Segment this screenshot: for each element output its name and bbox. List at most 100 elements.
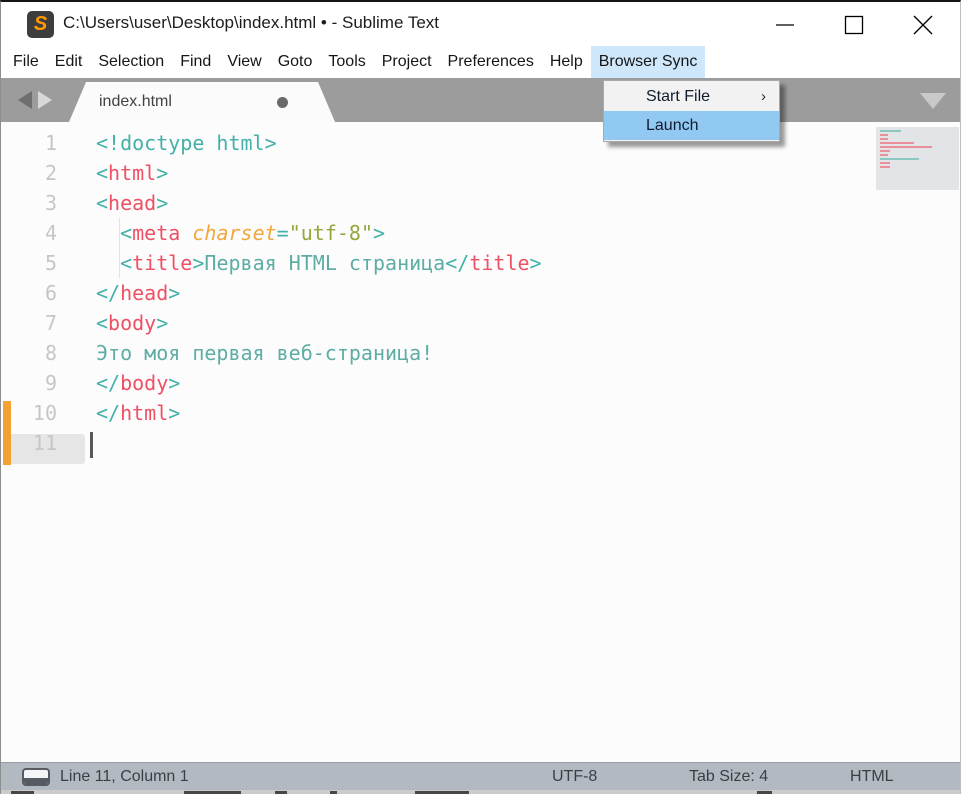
line-number: 8	[1, 338, 57, 368]
status-syntax[interactable]: HTML	[850, 763, 894, 790]
status-encoding[interactable]: UTF-8	[552, 763, 597, 790]
code-token: html	[108, 161, 156, 185]
code-line-1[interactable]: <!doctype html>	[96, 128, 542, 158]
code-token: <!doctype html>	[96, 131, 277, 155]
menu-item-edit[interactable]: Edit	[47, 46, 91, 78]
code-token: <	[96, 191, 108, 215]
code-token: </	[96, 371, 120, 395]
menu-item-selection[interactable]: Selection	[90, 46, 172, 78]
code-token: meta	[132, 221, 180, 245]
line-number: 5	[1, 248, 57, 278]
minimap-line	[880, 154, 888, 156]
code-token	[96, 251, 120, 275]
line-number: 10	[1, 398, 57, 428]
minimap-line	[880, 146, 932, 148]
line-number-gutter: 1234567891011	[1, 128, 57, 458]
status-position: Line 11, Column 1	[60, 763, 189, 790]
minimap-line	[880, 162, 890, 164]
minimize-button[interactable]	[774, 14, 796, 36]
code-token: <	[96, 311, 108, 335]
line-number: 11	[1, 428, 57, 458]
maximize-button[interactable]	[843, 14, 865, 36]
code-token: Это моя первая веб-страница!	[96, 341, 433, 365]
line-number: 9	[1, 368, 57, 398]
code-token: </	[96, 401, 120, 425]
tab-index-html[interactable]: index.html	[69, 82, 335, 122]
line-number: 1	[1, 128, 57, 158]
code-token: Первая HTML страница	[204, 251, 445, 275]
code-token: >	[373, 221, 385, 245]
line-number: 3	[1, 188, 57, 218]
code-line-8[interactable]: Это моя первая веб-страница!	[96, 338, 542, 368]
code-token: >	[168, 401, 180, 425]
dropdown-item-start-file[interactable]: Start File›	[604, 82, 779, 111]
code-token: >	[530, 251, 542, 275]
sublime-text-window: S C:\Users\user\Desktop\index.html • - S…	[0, 0, 961, 794]
editor[interactable]: 1234567891011 <!doctype html><html><head…	[1, 122, 960, 762]
tab-label: index.html	[99, 82, 172, 122]
code-line-9[interactable]: </body>	[96, 368, 542, 398]
code-line-3[interactable]: <head>	[96, 188, 542, 218]
menu-item-preferences[interactable]: Preferences	[440, 46, 542, 78]
minimap-line	[880, 130, 901, 132]
code-token: head	[108, 191, 156, 215]
minimap-line	[880, 142, 914, 144]
tab-scroll-left-icon[interactable]	[18, 91, 32, 109]
code-token: =	[277, 221, 289, 245]
minimap-line	[880, 166, 890, 168]
code-token: >	[168, 281, 180, 305]
code-token: charset	[192, 221, 276, 245]
code-line-5[interactable]: <title>Первая HTML страница</title>	[96, 248, 542, 278]
menu-item-goto[interactable]: Goto	[270, 46, 321, 78]
line-number: 7	[1, 308, 57, 338]
menu-item-file[interactable]: File	[5, 46, 47, 78]
sublime-logo-icon: S	[27, 11, 54, 38]
menu-item-help[interactable]: Help	[542, 46, 591, 78]
code-line-7[interactable]: <body>	[96, 308, 542, 338]
menu-item-find[interactable]: Find	[172, 46, 219, 78]
line-number: 6	[1, 278, 57, 308]
code-token: </	[96, 281, 120, 305]
code-area[interactable]: <!doctype html><html><head> <meta charse…	[96, 128, 542, 458]
tab-scroll-right-icon[interactable]	[38, 91, 52, 109]
background-window-edge	[1, 790, 960, 794]
minimap-line	[880, 150, 890, 152]
code-token: body	[108, 311, 156, 335]
title-bar: S C:\Users\user\Desktop\index.html • - S…	[1, 2, 960, 46]
menu-item-view[interactable]: View	[219, 46, 269, 78]
code-line-2[interactable]: <html>	[96, 158, 542, 188]
menu-item-project[interactable]: Project	[374, 46, 440, 78]
submenu-arrow-icon: ›	[761, 82, 766, 111]
code-line-10[interactable]: </html>	[96, 398, 542, 428]
modified-dot-icon	[277, 97, 288, 108]
menu-item-browser-sync[interactable]: Browser Sync	[591, 46, 706, 78]
code-token: >	[192, 251, 204, 275]
menu-item-tools[interactable]: Tools	[320, 46, 373, 78]
code-token: >	[156, 311, 168, 335]
tab-bar: index.html	[1, 78, 960, 122]
status-tab-size[interactable]: Tab Size: 4	[689, 763, 768, 790]
minimap-line	[880, 158, 919, 160]
code-token: "utf-8"	[289, 221, 373, 245]
close-button[interactable]	[912, 14, 934, 36]
window-title: C:\Users\user\Desktop\index.html • - Sub…	[63, 13, 439, 33]
text-cursor	[90, 432, 93, 458]
minimap-viewport[interactable]	[876, 127, 959, 190]
code-token: body	[120, 371, 168, 395]
minimap-line	[880, 138, 888, 140]
minimap-line	[880, 134, 888, 136]
code-line-6[interactable]: </head>	[96, 278, 542, 308]
panel-toggle-icon[interactable]	[22, 768, 50, 786]
status-bar: Line 11, Column 1 UTF-8 Tab Size: 4 HTML	[1, 762, 960, 790]
code-line-11[interactable]	[96, 428, 542, 458]
tab-overflow-icon[interactable]	[920, 93, 946, 109]
code-token: title	[132, 251, 192, 275]
dropdown-item-launch[interactable]: Launch	[604, 111, 779, 140]
code-token: </	[445, 251, 469, 275]
code-token: html	[120, 401, 168, 425]
code-token: >	[156, 161, 168, 185]
code-line-4[interactable]: <meta charset="utf-8">	[96, 218, 542, 248]
code-token: head	[120, 281, 168, 305]
code-token: <	[96, 161, 108, 185]
code-token: <	[120, 221, 132, 245]
